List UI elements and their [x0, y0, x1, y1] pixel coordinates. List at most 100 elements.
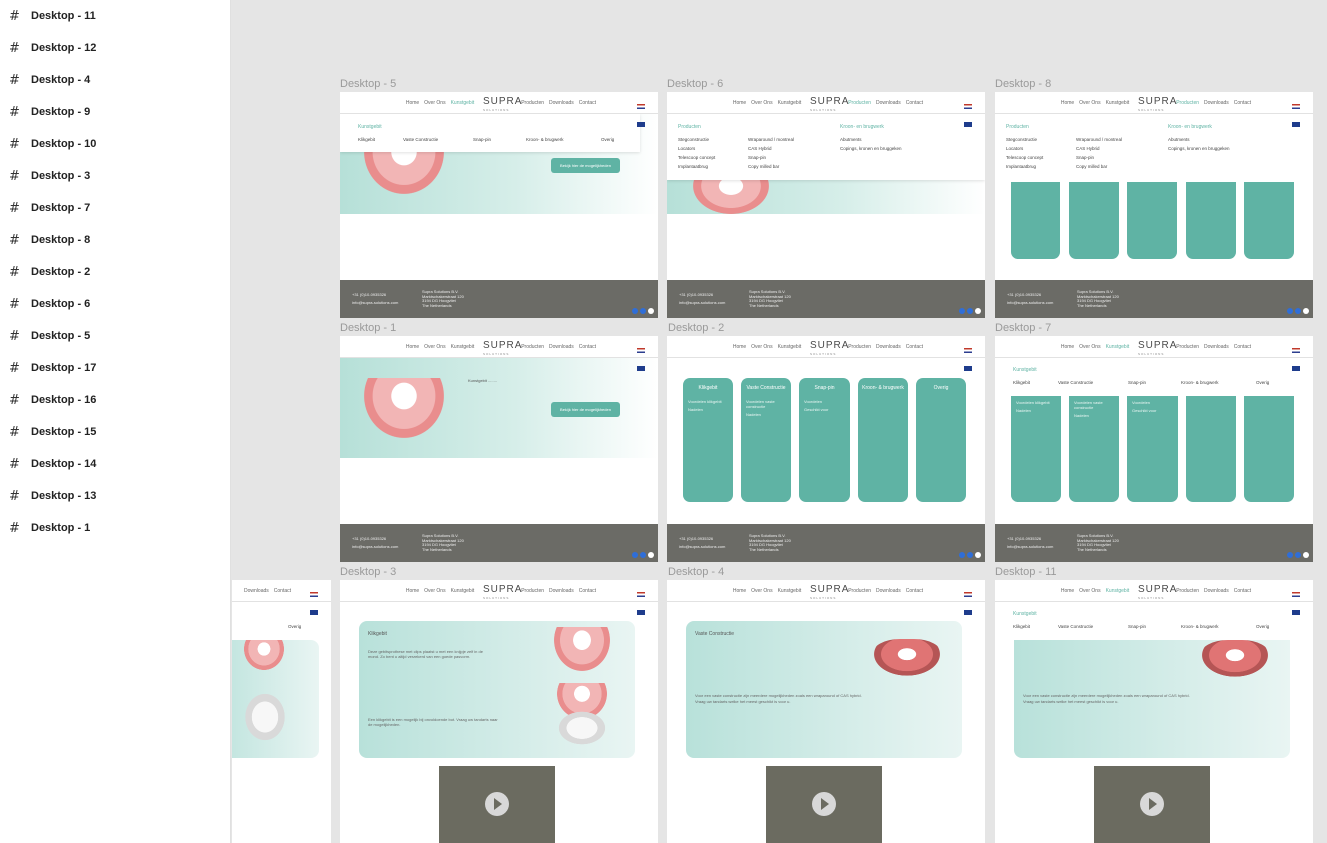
product-card[interactable] — [1244, 182, 1294, 259]
nav-home[interactable]: Home — [733, 344, 746, 350]
nav-contact[interactable]: Contact — [579, 588, 596, 594]
nav-kunstgebit[interactable]: Kunstgebit — [1106, 588, 1130, 594]
nav-downloads[interactable]: Downloads — [244, 588, 269, 594]
nav-kunstgebit[interactable]: Kunstgebit — [778, 588, 802, 594]
layer-item[interactable]: # Desktop - 3 — [0, 160, 231, 192]
footer-email[interactable]: info@supra-solutions.com — [679, 543, 725, 551]
nav-contact[interactable]: Contact — [274, 588, 291, 594]
nav-downloads[interactable]: Downloads — [1204, 100, 1229, 106]
nav-home[interactable]: Home — [406, 344, 419, 350]
supra-logo[interactable]: SUPRA SOLUTIONS — [483, 585, 522, 603]
language-flags[interactable] — [1292, 340, 1309, 371]
supra-logo[interactable]: SUPRA SOLUTIONS — [1138, 97, 1177, 115]
nav-kunstgebit[interactable]: Kunstgebit — [451, 344, 475, 350]
frame-desktop-6[interactable]: Producten Kroon- en brugwerk Stegconstru… — [667, 92, 985, 318]
supra-logo[interactable]: SUPRA SOLUTIONS — [810, 341, 849, 359]
nav-kunstgebit[interactable]: Kunstgebit — [1106, 344, 1130, 350]
layer-item[interactable]: # Desktop - 5 — [0, 320, 231, 352]
nav-over-ons[interactable]: Over Ons — [751, 344, 772, 350]
nav-contact[interactable]: Contact — [579, 344, 596, 350]
nav-producten[interactable]: Producten — [848, 344, 871, 350]
menu-item[interactable]: Copings, kronen en bruggeken — [1168, 146, 1230, 151]
language-flags[interactable] — [637, 96, 654, 127]
nav-over-ons[interactable]: Over Ons — [1079, 344, 1100, 350]
nav-contact[interactable]: Contact — [1234, 100, 1251, 106]
frame-partial[interactable]: Downloads Contact Overig — [232, 580, 331, 843]
footer-email[interactable]: info@supra-solutions.com — [352, 299, 398, 307]
frame-desktop-7[interactable]: Kunstgebit Klikgebit Vaste Constructie S… — [995, 336, 1313, 562]
menu-item[interactable]: Overig — [288, 624, 301, 629]
menu-item[interactable]: Telescoop concept — [1006, 155, 1043, 160]
menu-item[interactable]: Wraparound / montreal — [748, 137, 794, 142]
frame-desktop-1[interactable]: Kunstgebit ........ Bekijk hier de mogel… — [340, 336, 658, 562]
menu-item[interactable]: Snap-pin — [1128, 380, 1146, 385]
social-icons[interactable] — [632, 552, 654, 558]
menu-item[interactable]: Wraparound / montreal — [1076, 137, 1122, 142]
menu-item[interactable]: Copy milled bar — [1076, 164, 1107, 169]
menu-item[interactable]: Snap-pin — [1128, 624, 1146, 629]
nav-contact[interactable]: Contact — [906, 588, 923, 594]
social-icons[interactable] — [959, 552, 981, 558]
nav-producten[interactable]: Producten — [521, 100, 544, 106]
nav-kunstgebit[interactable]: Kunstgebit — [778, 344, 802, 350]
nav-home[interactable]: Home — [406, 100, 419, 106]
nav-contact[interactable]: Contact — [906, 344, 923, 350]
nav-downloads[interactable]: Downloads — [876, 588, 901, 594]
layer-item[interactable]: # Desktop - 17 — [0, 352, 231, 384]
frame-label[interactable]: Desktop - 2 — [668, 322, 724, 334]
menu-item[interactable]: Kroon- & brugwerk — [526, 137, 564, 142]
nav-over-ons[interactable]: Over Ons — [1079, 100, 1100, 106]
frame-desktop-3[interactable]: Klikgebit Deze gebitsprothese met clips … — [340, 580, 658, 843]
nav-downloads[interactable]: Downloads — [876, 100, 901, 106]
card-kroon-brugwerk[interactable]: Kroon- & brugwerk — [858, 378, 908, 502]
footer-email[interactable]: info@supra-solutions.com — [1007, 543, 1053, 551]
supra-logo[interactable]: SUPRA SOLUTIONS — [1138, 341, 1177, 359]
layer-item[interactable]: # Desktop - 13 — [0, 480, 231, 512]
nav-home[interactable]: Home — [733, 100, 746, 106]
nav-over-ons[interactable]: Over Ons — [424, 588, 445, 594]
nav-kunstgebit[interactable]: Kunstgebit — [778, 100, 802, 106]
menu-item[interactable]: Snap-pin — [748, 155, 766, 160]
frame-desktop-8[interactable]: Producten Kroon- en brugwerk Stegconstru… — [995, 92, 1313, 318]
video-player[interactable] — [1094, 766, 1210, 843]
nav-producten[interactable]: Producten — [1176, 588, 1199, 594]
menu-item[interactable]: Copy milled bar — [748, 164, 779, 169]
menu-item[interactable]: Telescoop concept — [678, 155, 715, 160]
card-klikgebit[interactable]: Voordelen klikgebit Nadelen — [1011, 396, 1061, 502]
layer-item[interactable]: # Desktop - 2 — [0, 256, 231, 288]
card-klikgebit[interactable]: Klikgebit Voordelen klikgebit Nadelen — [683, 378, 733, 502]
frame-label[interactable]: Desktop - 4 — [668, 566, 724, 578]
layer-item[interactable]: # Desktop - 12 — [0, 32, 231, 64]
menu-item[interactable]: Stegconstructie — [1006, 137, 1037, 142]
nav-downloads[interactable]: Downloads — [876, 344, 901, 350]
menu-item[interactable]: Locators — [678, 146, 695, 151]
layer-item[interactable]: # Desktop - 14 — [0, 448, 231, 480]
nav-kunstgebit[interactable]: Kunstgebit — [451, 100, 475, 106]
nav-over-ons[interactable]: Over Ons — [424, 344, 445, 350]
layer-item[interactable]: # Desktop - 9 — [0, 96, 231, 128]
layer-item[interactable]: # Desktop - 1 — [0, 512, 231, 544]
play-icon[interactable] — [485, 792, 509, 816]
nav-contact[interactable]: Contact — [579, 100, 596, 106]
nav-producten[interactable]: Producten — [521, 344, 544, 350]
layer-item[interactable]: # Desktop - 4 — [0, 64, 231, 96]
frame-desktop-2[interactable]: Klikgebit Voordelen klikgebit Nadelen Vast… — [667, 336, 985, 562]
design-canvas[interactable]: Desktop - 5 Desktop - 6 Desktop - 8 Desk… — [232, 0, 1327, 843]
nav-producten[interactable]: Producten — [848, 100, 871, 106]
nav-over-ons[interactable]: Over Ons — [751, 100, 772, 106]
menu-item[interactable]: Klikgebit — [358, 137, 375, 142]
nav-producten[interactable]: Producten — [848, 588, 871, 594]
nav-producten[interactable]: Producten — [1176, 344, 1199, 350]
supra-logo[interactable]: SUPRA SOLUTIONS — [483, 97, 522, 115]
nav-producten[interactable]: Producten — [521, 588, 544, 594]
nav-downloads[interactable]: Downloads — [1204, 344, 1229, 350]
language-flags[interactable] — [1292, 584, 1309, 615]
language-flags[interactable] — [964, 340, 981, 371]
layer-item[interactable]: # Desktop - 15 — [0, 416, 231, 448]
social-icons[interactable] — [1287, 552, 1309, 558]
frame-label[interactable]: Desktop - 11 — [995, 566, 1057, 578]
language-flags[interactable] — [964, 96, 981, 127]
frame-label[interactable]: Desktop - 3 — [340, 566, 396, 578]
layer-item[interactable]: # Desktop - 7 — [0, 192, 231, 224]
product-card[interactable] — [1069, 182, 1119, 259]
